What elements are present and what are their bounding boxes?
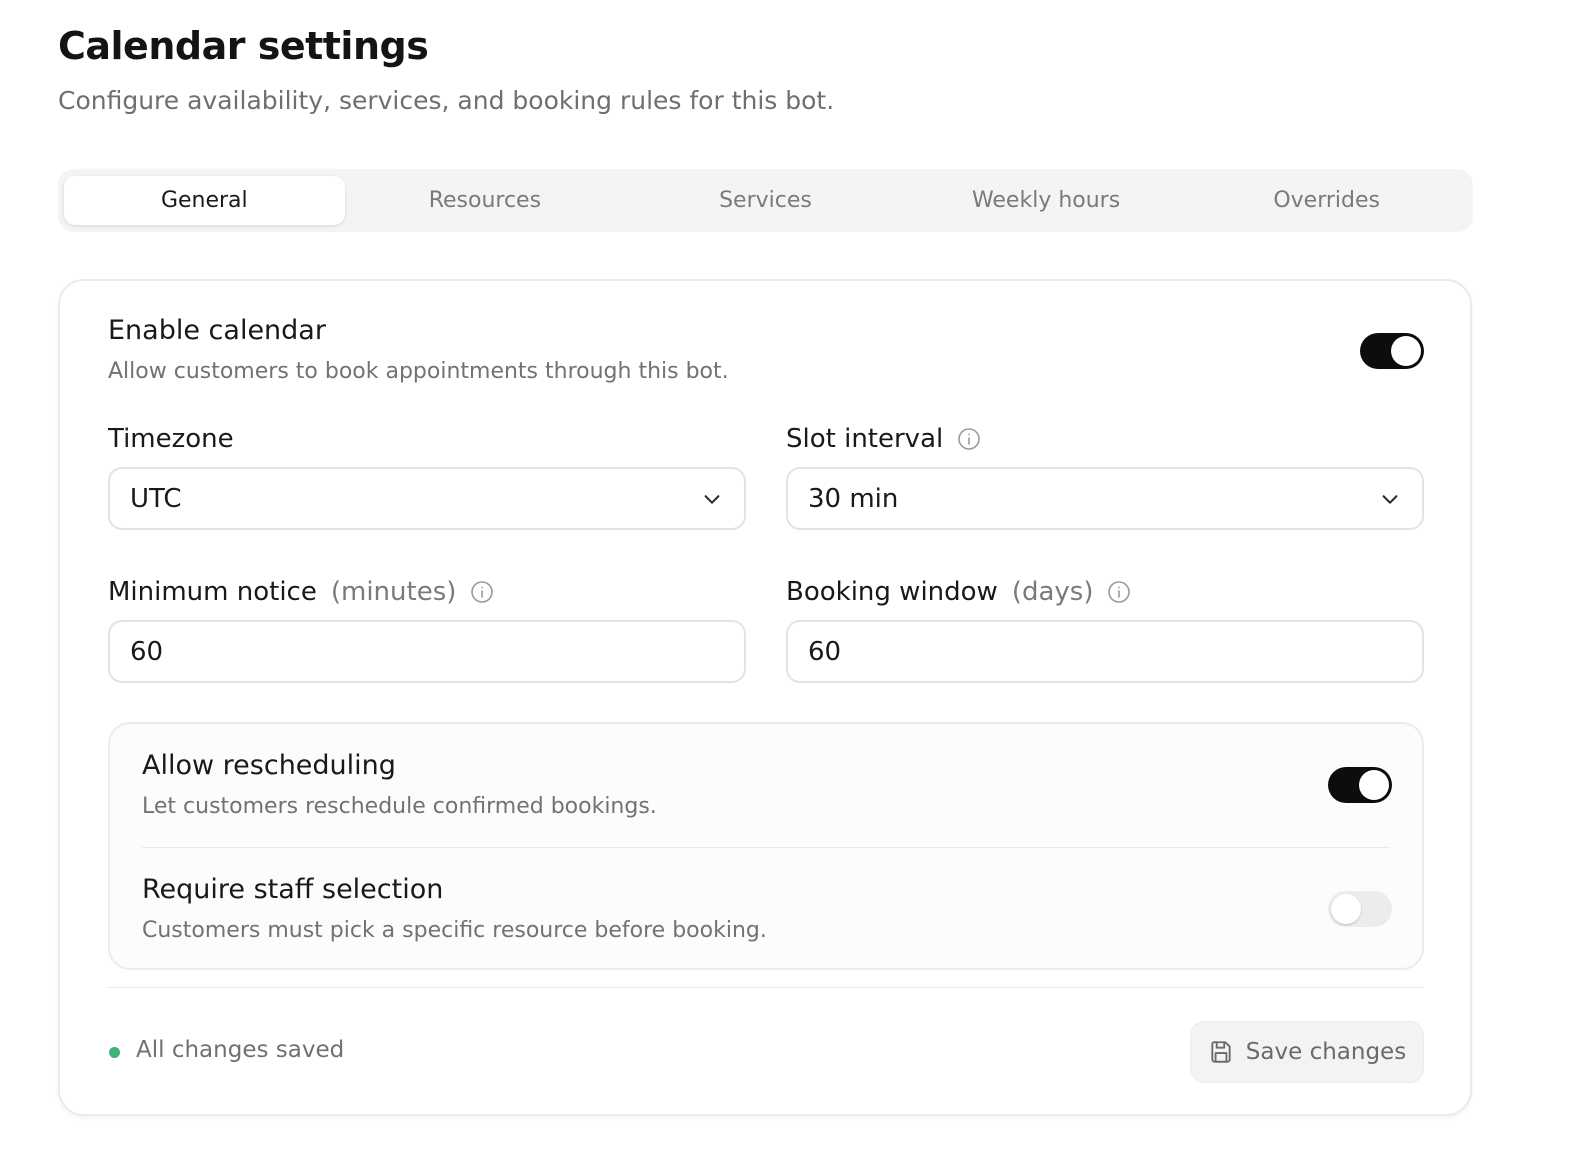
footer-divider bbox=[108, 987, 1424, 988]
timezone-label: Timezone bbox=[108, 424, 234, 454]
info-icon[interactable] bbox=[957, 427, 981, 451]
page-subtitle: Configure availability, services, and bo… bbox=[58, 86, 835, 115]
info-icon[interactable] bbox=[1107, 580, 1131, 604]
tab-overrides[interactable]: Overrides bbox=[1186, 176, 1467, 225]
minimum-notice-label-text: Minimum notice bbox=[108, 577, 317, 607]
slot-interval-label-text: Slot interval bbox=[786, 424, 944, 454]
minimum-notice-unit: (minutes) bbox=[330, 577, 457, 607]
booking-options-panel: Allow rescheduling Let customers resched… bbox=[108, 722, 1424, 970]
timezone-value: UTC bbox=[130, 483, 182, 514]
save-status-text: All changes saved bbox=[136, 1037, 345, 1063]
toggle-knob bbox=[1331, 894, 1361, 924]
minimum-notice-input[interactable]: 60 bbox=[108, 620, 746, 683]
settings-card: Enable calendar Allow customers to book … bbox=[58, 279, 1472, 1116]
booking-window-unit: (days) bbox=[1011, 577, 1094, 607]
enable-calendar-description: Allow customers to book appointments thr… bbox=[108, 359, 729, 384]
allow-rescheduling-description: Let customers reschedule confirmed booki… bbox=[142, 794, 657, 819]
info-icon[interactable] bbox=[470, 580, 494, 604]
toggle-knob bbox=[1391, 336, 1421, 366]
floppy-disk-icon bbox=[1208, 1039, 1234, 1065]
allow-rescheduling-toggle[interactable] bbox=[1328, 767, 1392, 803]
status-dot bbox=[109, 1047, 120, 1058]
tab-weekly-hours[interactable]: Weekly hours bbox=[906, 176, 1187, 225]
tab-general[interactable]: General bbox=[64, 176, 345, 225]
divider bbox=[142, 847, 1390, 848]
page-title: Calendar settings bbox=[58, 24, 429, 68]
allow-rescheduling-title: Allow rescheduling bbox=[142, 750, 396, 781]
timezone-label-text: Timezone bbox=[108, 424, 234, 454]
booking-window-label: Booking window (days) bbox=[786, 577, 1131, 607]
timezone-select[interactable]: UTC bbox=[108, 467, 746, 530]
require-staff-toggle[interactable] bbox=[1328, 891, 1392, 927]
enable-calendar-title: Enable calendar bbox=[108, 315, 326, 346]
require-staff-title: Require staff selection bbox=[142, 874, 444, 905]
tab-bar: General Resources Services Weekly hours … bbox=[58, 169, 1473, 232]
slot-interval-value: 30 min bbox=[808, 483, 899, 514]
slot-interval-label: Slot interval bbox=[786, 424, 981, 454]
booking-window-label-text: Booking window bbox=[786, 577, 998, 607]
enable-calendar-toggle[interactable] bbox=[1360, 333, 1424, 369]
require-staff-description: Customers must pick a specific resource … bbox=[142, 918, 767, 943]
toggle-knob bbox=[1359, 770, 1389, 800]
tab-services[interactable]: Services bbox=[625, 176, 906, 225]
save-changes-button[interactable]: Save changes bbox=[1190, 1021, 1424, 1083]
chevron-down-icon bbox=[1378, 487, 1402, 511]
minimum-notice-label: Minimum notice (minutes) bbox=[108, 577, 494, 607]
booking-window-input[interactable]: 60 bbox=[786, 620, 1424, 683]
calendar-settings-page: Calendar settings Configure availability… bbox=[0, 0, 1596, 1174]
tab-resources[interactable]: Resources bbox=[345, 176, 626, 225]
minimum-notice-value: 60 bbox=[130, 636, 164, 667]
booking-window-value: 60 bbox=[808, 636, 842, 667]
chevron-down-icon bbox=[700, 487, 724, 511]
slot-interval-select[interactable]: 30 min bbox=[786, 467, 1424, 530]
save-changes-label: Save changes bbox=[1245, 1039, 1407, 1065]
